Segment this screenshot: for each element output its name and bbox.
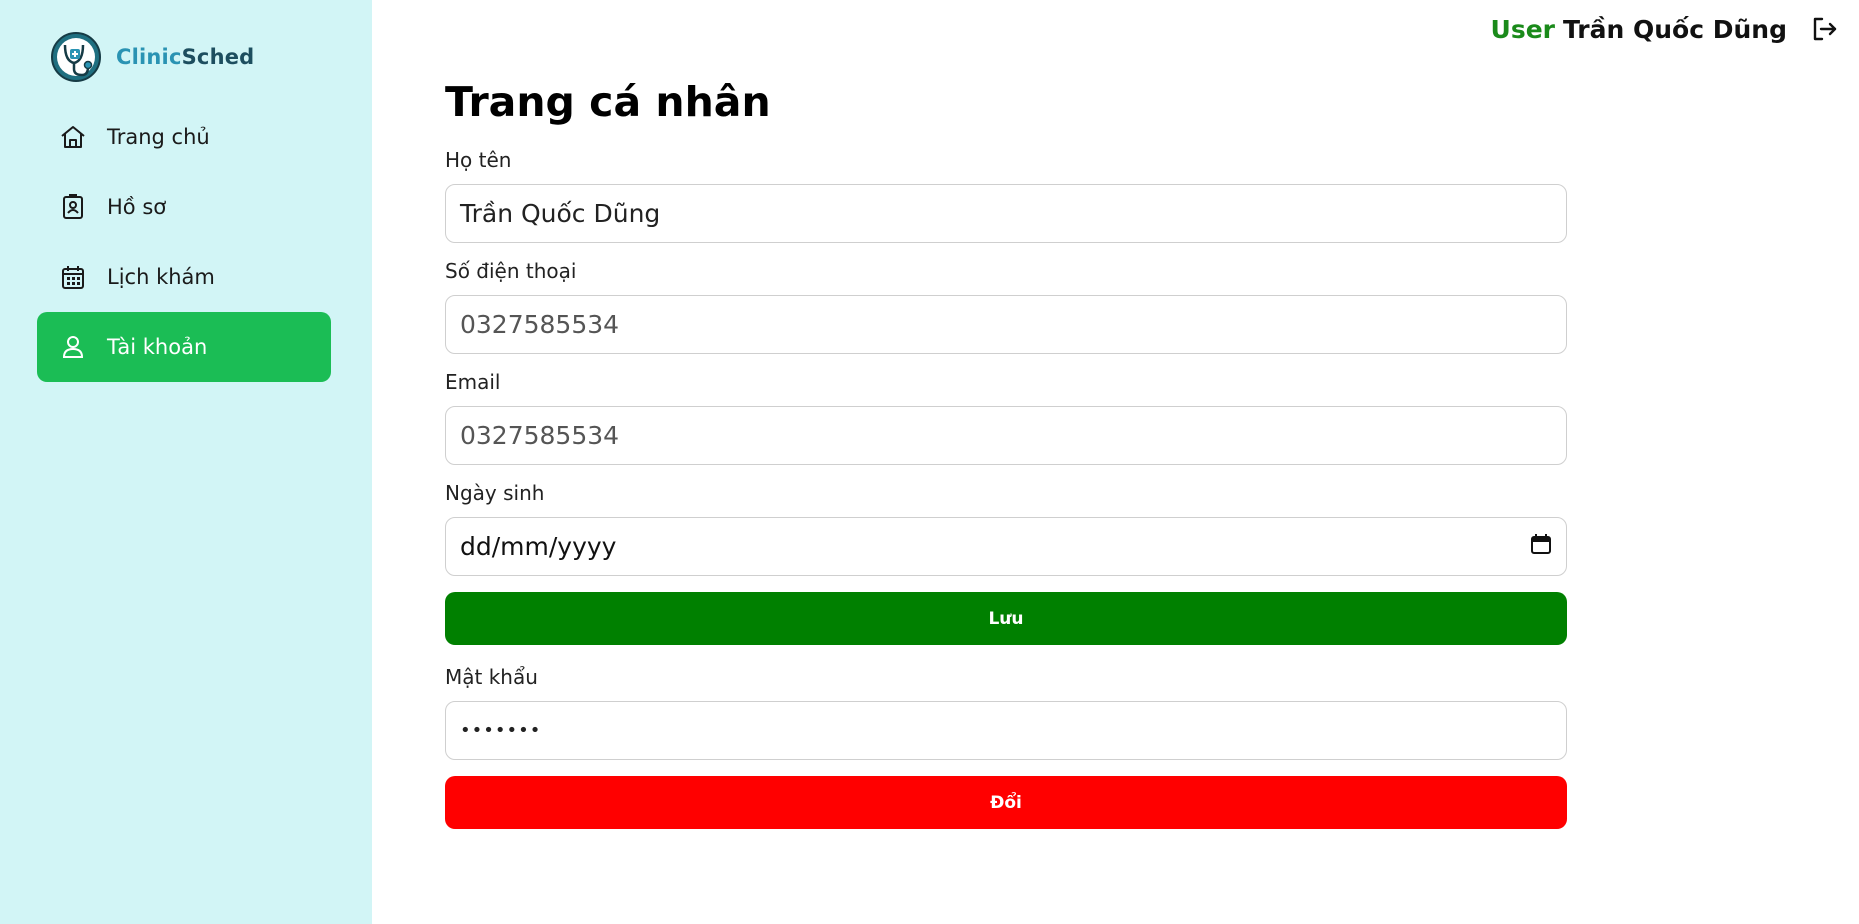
- fullname-field[interactable]: Trần Quốc Dũng: [445, 184, 1567, 243]
- phone-field[interactable]: 0327585534: [445, 295, 1567, 354]
- sidebar: ClinicSched Trang chủ Hồ sơ Lịch khám Tà…: [0, 0, 372, 924]
- password-field[interactable]: •••••••: [445, 701, 1567, 760]
- sidebar-item-home[interactable]: Trang chủ: [37, 102, 331, 172]
- user-icon: [59, 333, 87, 361]
- page-title: Trang cá nhân: [445, 78, 771, 126]
- user-name: Trần Quốc Dũng: [1563, 14, 1787, 44]
- sidebar-nav: Trang chủ Hồ sơ Lịch khám Tài khoản: [37, 102, 331, 382]
- calendar-picker-icon[interactable]: [1530, 532, 1552, 561]
- change-password-button[interactable]: Đổi: [445, 776, 1567, 829]
- phone-value: 0327585534: [460, 310, 620, 339]
- email-label: Email: [445, 370, 501, 394]
- home-icon: [59, 123, 87, 151]
- sidebar-item-label: Trang chủ: [107, 125, 210, 149]
- save-button[interactable]: Lưu: [445, 592, 1567, 645]
- sidebar-item-label: Lịch khám: [107, 265, 215, 289]
- dob-label: Ngày sinh: [445, 481, 545, 505]
- sidebar-item-schedule[interactable]: Lịch khám: [37, 242, 331, 312]
- calendar-icon: [59, 263, 87, 291]
- dob-value: dd/mm/yyyy: [460, 532, 617, 561]
- user-header: User Trần Quốc Dũng: [1491, 14, 1839, 44]
- id-badge-icon: [59, 193, 87, 221]
- brand[interactable]: ClinicSched: [50, 31, 254, 83]
- phone-label: Số điện thoại: [445, 259, 577, 283]
- password-label: Mật khẩu: [445, 665, 538, 689]
- user-prefix: User: [1490, 14, 1555, 44]
- sidebar-item-label: Hồ sơ: [107, 195, 167, 219]
- brand-name-part1: Clinic: [116, 45, 182, 69]
- brand-name-part2: Sched: [181, 45, 255, 69]
- main-content: Trang cá nhân Họ tên Trần Quốc Dũng Số đ…: [445, 78, 1567, 829]
- password-value: •••••••: [460, 720, 542, 741]
- logout-icon[interactable]: [1809, 14, 1839, 44]
- clinic-logo-icon: [50, 31, 102, 83]
- email-field[interactable]: 0327585534: [445, 406, 1567, 465]
- fullname-label: Họ tên: [445, 148, 512, 172]
- brand-name: ClinicSched: [116, 45, 254, 69]
- sidebar-item-account[interactable]: Tài khoản: [37, 312, 331, 382]
- email-value: 0327585534: [460, 421, 620, 450]
- sidebar-item-profile[interactable]: Hồ sơ: [37, 172, 331, 242]
- fullname-value: Trần Quốc Dũng: [460, 199, 661, 228]
- sidebar-item-label: Tài khoản: [107, 335, 208, 359]
- dob-field[interactable]: dd/mm/yyyy: [445, 517, 1567, 576]
